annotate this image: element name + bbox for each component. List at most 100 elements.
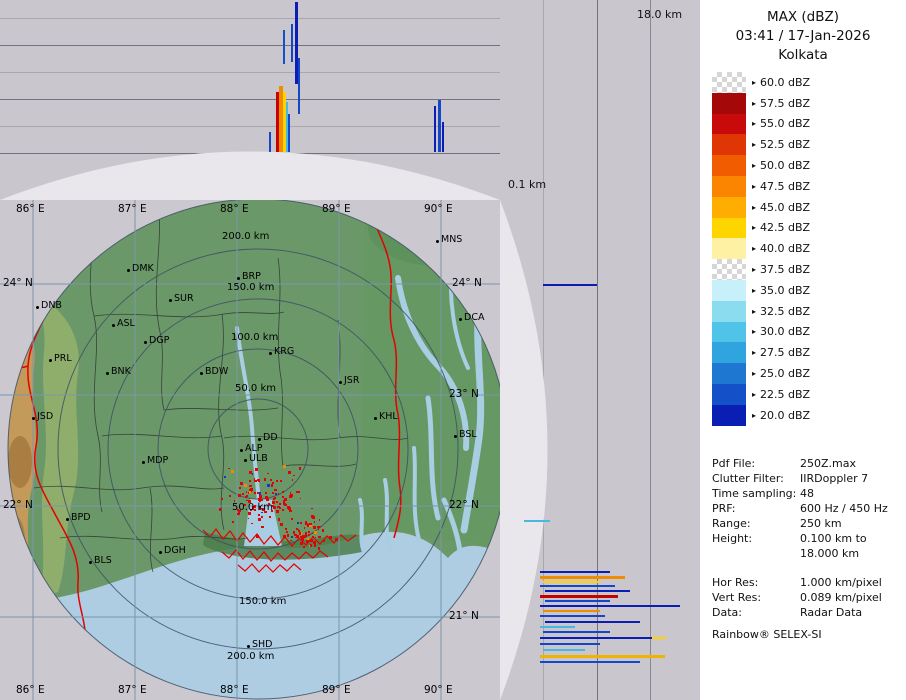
echo-bar (543, 649, 585, 651)
range-ring-label: 150.0 km (239, 596, 286, 607)
city-dot (106, 372, 109, 375)
legend-label: 60.0 dBZ (746, 72, 810, 93)
city-dot (66, 518, 69, 521)
echo-bar (540, 571, 610, 573)
echo-bar (545, 600, 610, 602)
city-dot (89, 561, 92, 564)
info-value: 600 Hz / 450 Hz (800, 501, 888, 516)
echo-bar (543, 581, 600, 583)
info-row: Height:0.100 km to 18.000 km (712, 531, 906, 561)
city-dot (200, 372, 203, 375)
top-profile-panel (0, 0, 500, 200)
info-value: 250Z.max (800, 456, 856, 471)
city-dot (240, 449, 243, 452)
info-row: Hor Res:1.000 km/pixel (712, 575, 906, 590)
info-value: 0.089 km/pixel (800, 590, 882, 605)
legend-swatch (712, 114, 746, 135)
lon-label: 87° E (118, 203, 147, 215)
sidebar-title-block: MAX (dBZ) 03:41 / 17-Jan-2026 Kolkata (700, 8, 906, 65)
range-ring-label: 150.0 km (227, 282, 274, 293)
legend-swatch (712, 280, 746, 301)
city-label: DCA (464, 312, 484, 323)
echo-bar (298, 58, 300, 114)
lon-label: 88° E (220, 203, 249, 215)
lat-label: 23° N (449, 388, 479, 400)
sidebar: MAX (dBZ) 03:41 / 17-Jan-2026 Kolkata 60… (700, 0, 906, 700)
city-label: JSD (37, 411, 53, 422)
legend-swatch (712, 218, 746, 239)
city-label: KHL (379, 411, 398, 422)
legend-swatch (712, 176, 746, 197)
city-label: DGH (164, 545, 186, 556)
echo-bar (540, 655, 665, 658)
info-value: 48 (800, 486, 814, 501)
range-ring-label: 50.0 km (235, 383, 276, 394)
city-label: JSR (344, 375, 359, 386)
city-label: MDP (147, 455, 168, 466)
legend-swatch (712, 93, 746, 114)
legend-row: 22.5 dBZ (712, 384, 906, 405)
lon-label: 89° E (322, 203, 351, 215)
city-dot (144, 341, 147, 344)
info-value: 250 km (800, 516, 842, 531)
legend-row: 37.5 dBZ (712, 259, 906, 280)
city-dot (142, 461, 145, 464)
legend-row: 32.5 dBZ (712, 301, 906, 322)
echo-bar (540, 626, 575, 628)
echo-bar (545, 590, 630, 592)
top-profile-echoes (0, 0, 500, 200)
city-dot (258, 438, 261, 441)
legend-label: 37.5 dBZ (746, 259, 810, 280)
legend-label: 40.0 dBZ (746, 238, 810, 259)
lon-label: 86° E (16, 203, 45, 215)
info-row: PRF:600 Hz / 450 Hz (712, 501, 906, 516)
info-row: Data:Radar Data (712, 605, 906, 620)
info-row: Range:250 km (712, 516, 906, 531)
legend-label: 50.0 dBZ (746, 155, 810, 176)
city-dot (247, 645, 250, 648)
echo-bar (540, 615, 605, 617)
city-dot (36, 306, 39, 309)
echo-bar (540, 661, 640, 663)
city-label: KRG (274, 346, 294, 357)
info-row: Time sampling:48 (712, 486, 906, 501)
city-label: BRP (242, 271, 261, 282)
city-dot (32, 417, 35, 420)
echo-bar (540, 637, 652, 639)
echo-bar (652, 637, 666, 639)
info-label: Height: (712, 531, 800, 561)
legend-label: 25.0 dBZ (746, 363, 810, 384)
legend-swatch (712, 384, 746, 405)
side-profile-panel: 18.0 km 0.1 km (500, 0, 700, 700)
echo-bar (291, 24, 293, 62)
echo-bar (543, 284, 597, 286)
echo-bar (269, 132, 271, 152)
legend-swatch (712, 322, 746, 343)
legend-label: 52.5 dBZ (746, 134, 810, 155)
radar-map-viewport[interactable]: 86° E87° E88° E89° E90° E86° E87° E88° E… (0, 200, 500, 700)
city-label: ULB (249, 453, 268, 464)
lon-label: 90° E (424, 684, 453, 696)
echo-bar (288, 114, 290, 152)
city-label: DNB (41, 300, 62, 311)
echo-bar (543, 610, 600, 612)
info-row: Vert Res:0.089 km/pixel (712, 590, 906, 605)
info-label: PRF: (712, 501, 800, 516)
city-dot (169, 299, 172, 302)
info-label: Range: (712, 516, 800, 531)
city-dot (244, 459, 247, 462)
info-row: Pdf File:250Z.max (712, 456, 906, 471)
scan-datetime: 03:41 / 17-Jan-2026 (700, 27, 906, 46)
legend-label: 22.5 dBZ (746, 384, 810, 405)
legend-row: 27.5 dBZ (712, 342, 906, 363)
lon-label: 89° E (322, 684, 351, 696)
city-label: SUR (174, 293, 194, 304)
legend-row: 25.0 dBZ (712, 363, 906, 384)
echo-bar (524, 520, 550, 522)
info-value: IIRDoppler 7 (800, 471, 868, 486)
legend-swatch (712, 197, 746, 218)
side-profile-echoes (500, 0, 700, 700)
city-label: BLS (94, 555, 112, 566)
echo-bar (283, 30, 285, 64)
echo-bar (543, 631, 610, 633)
